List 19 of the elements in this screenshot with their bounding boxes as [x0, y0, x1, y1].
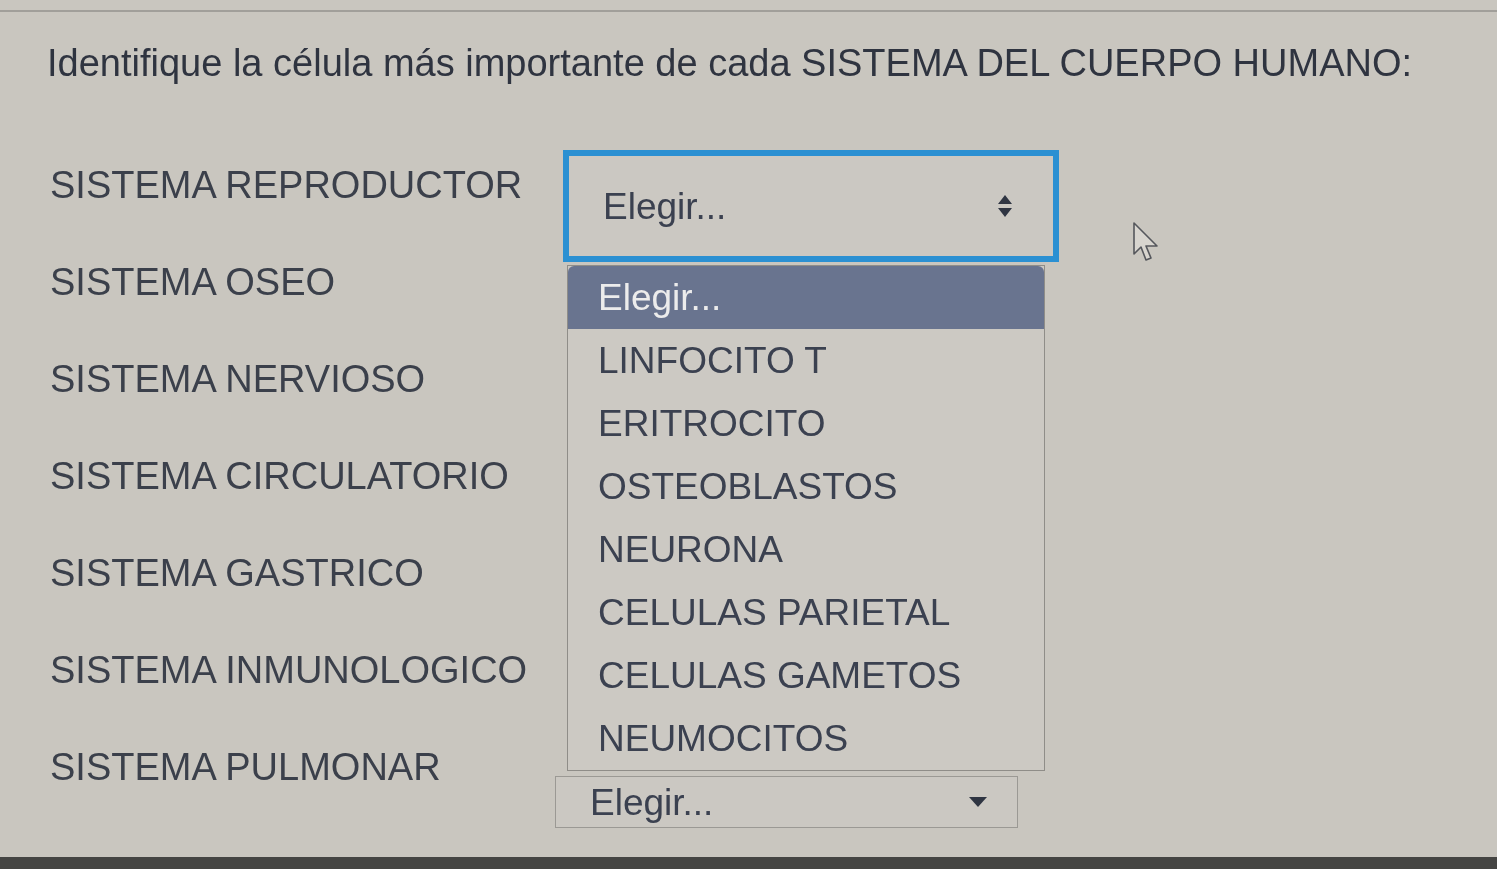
system-label: SISTEMA PULMONAR — [50, 747, 441, 786]
cursor-icon — [1133, 222, 1159, 262]
system-label: SISTEMA CIRCULATORIO — [50, 456, 509, 495]
dropdown-select[interactable]: Elegir... — [555, 776, 1018, 828]
question-text: Identifique la célula más importante de cada SISTEMA DEL CUERPO HUMANO: — [47, 41, 1413, 86]
system-label: SISTEMA NERVIOSO — [50, 359, 426, 398]
dropdown-option[interactable]: Elegir... — [568, 266, 1044, 329]
dropdown-option[interactable]: ERITROCITO — [568, 392, 1044, 455]
system-label: SISTEMA OSEO — [50, 262, 336, 301]
dropdown-option[interactable]: LINFOCITO T — [568, 329, 1044, 392]
dropdown-option[interactable]: CELULAS GAMETOS — [568, 644, 1044, 707]
dropdown-option[interactable]: NEUMOCITOS — [568, 707, 1044, 770]
dropdown-option[interactable]: OSTEOBLASTOS — [568, 455, 1044, 518]
system-label: SISTEMA REPRODUCTOR — [50, 165, 523, 204]
dropdown-select[interactable]: Elegir... — [563, 150, 1059, 262]
system-label: SISTEMA GASTRICO — [50, 553, 424, 592]
dropdown-option[interactable]: CELULAS PARIETAL — [568, 581, 1044, 644]
system-label: SISTEMA INMUNOLOGICO — [50, 650, 528, 689]
dropdown-option[interactable]: NEURONA — [568, 518, 1044, 581]
